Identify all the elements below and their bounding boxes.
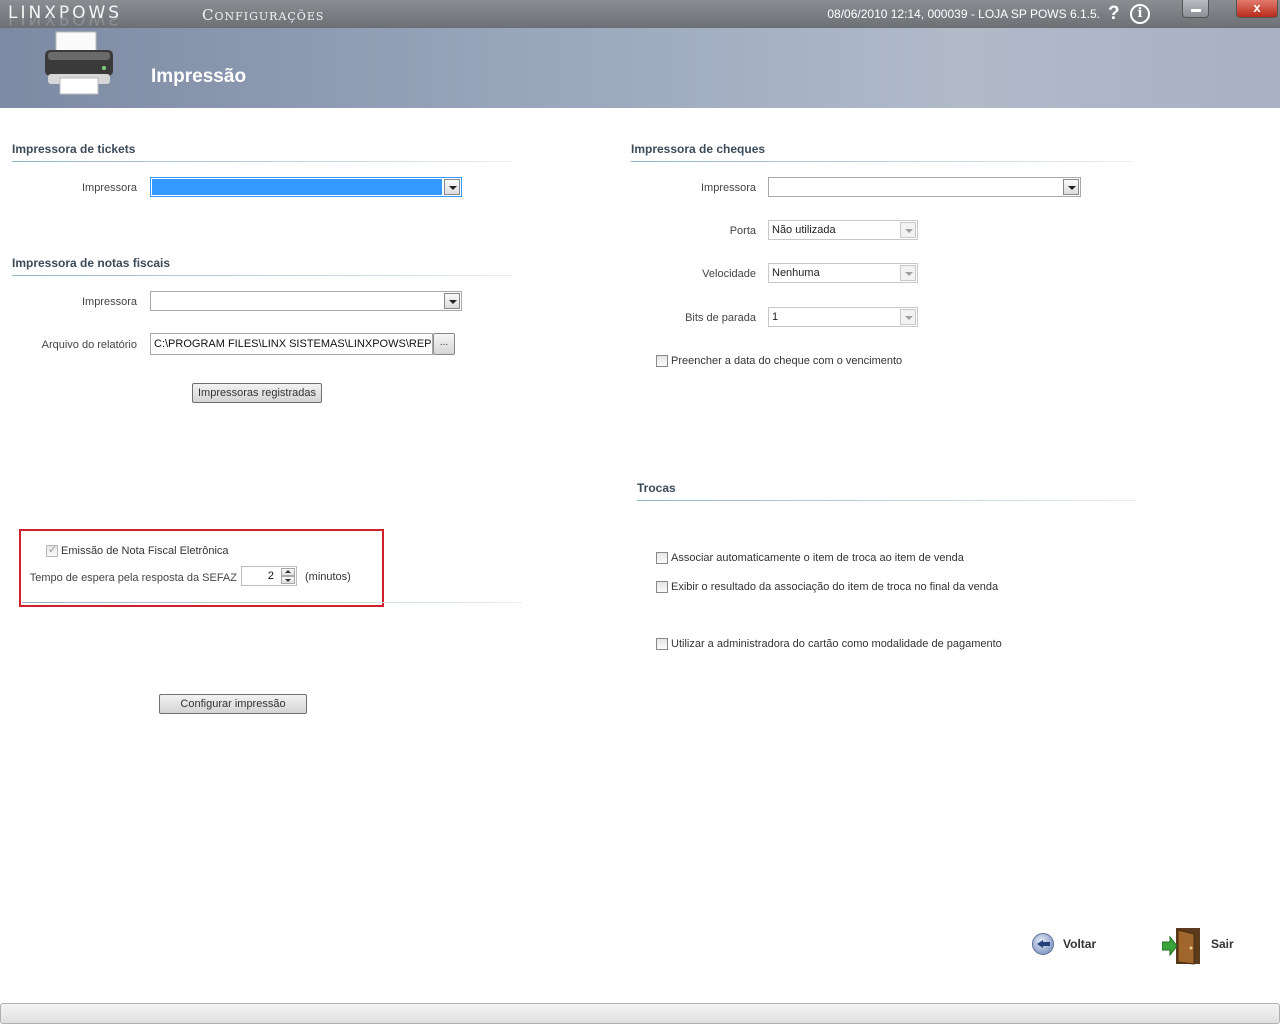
selection-highlight	[152, 179, 442, 195]
show-association-result-checkbox[interactable]	[656, 581, 668, 593]
show-association-result-label: Exibir o resultado da associação do item…	[671, 581, 999, 593]
card-admin-payment-checkbox[interactable]	[656, 638, 668, 650]
fill-cheque-date-label: Preencher a data do cheque com o vencime…	[671, 355, 903, 367]
back-arrow-icon[interactable]	[1032, 933, 1054, 955]
nfe-emission-label: Emissão de Nota Fiscal Eletrônica	[61, 545, 229, 557]
sefaz-wait-value: 2	[267, 570, 274, 582]
status-bar	[0, 1003, 1280, 1024]
stopbits-select[interactable]: 1	[768, 307, 918, 327]
exit-door-icon[interactable]	[1162, 926, 1202, 966]
stopbits-value: 1	[772, 311, 779, 323]
chevron-down-icon[interactable]	[900, 222, 916, 238]
browse-button[interactable]: ...	[433, 333, 455, 355]
tickets-printer-label: Impressora	[81, 182, 137, 194]
tickets-section-title: Impressora de tickets	[12, 142, 136, 156]
nfe-section-divider	[22, 602, 522, 603]
auto-associate-label: Associar automaticamente o item de troca…	[671, 552, 964, 564]
printer-icon	[45, 31, 113, 95]
sefaz-wait-label: Tempo de espera pela resposta da SEFAZ	[29, 572, 237, 584]
speed-label: Velocidade	[702, 268, 756, 280]
sefaz-wait-unit: (minutos)	[305, 571, 351, 583]
fiscal-section-title: Impressora de notas fiscais	[12, 256, 171, 270]
configure-print-button[interactable]: Configurar impressão	[159, 694, 307, 714]
report-file-label: Arquivo do relatório	[41, 339, 137, 351]
fiscal-section-divider	[12, 275, 512, 276]
tickets-printer-select[interactable]	[150, 177, 462, 197]
port-label: Porta	[729, 225, 756, 237]
trocas-section-divider	[637, 500, 1137, 501]
registered-printers-button[interactable]: Impressoras registradas	[192, 383, 322, 403]
card-admin-payment-label: Utilizar a administradora do cartão como…	[671, 638, 1002, 650]
report-file-value: C:\PROGRAM FILES\LINX SISTEMAS\LINXPOWS\…	[154, 338, 433, 350]
fiscal-printer-label: Impressora	[81, 296, 137, 308]
back-button[interactable]: Voltar	[1063, 937, 1096, 951]
chevron-down-icon[interactable]	[900, 309, 916, 325]
cheques-section-divider	[631, 161, 1131, 162]
sefaz-wait-stepper[interactable]: 2	[241, 566, 297, 586]
chevron-down-icon[interactable]	[900, 265, 916, 281]
trocas-section-title: Trocas	[637, 481, 676, 495]
cheques-printer-select[interactable]	[768, 177, 1081, 197]
port-value: Não utilizada	[772, 224, 836, 236]
minimize-button[interactable]	[1182, 0, 1209, 18]
stepper-down-icon[interactable]	[281, 576, 295, 584]
page-header: Impressão	[0, 28, 1280, 108]
close-button[interactable]: x	[1236, 0, 1278, 18]
chevron-down-icon[interactable]	[444, 293, 460, 309]
exit-button[interactable]: Sair	[1211, 937, 1234, 951]
fiscal-printer-select[interactable]	[150, 291, 462, 311]
port-select[interactable]: Não utilizada	[768, 220, 918, 240]
session-status: 08/06/2010 12:14, 000039 - LOJA SP POWS …	[827, 7, 1100, 21]
title-bar: LINXPOWS LINXPOWS Configurações 08/06/20…	[0, 0, 1280, 28]
auto-associate-checkbox[interactable]	[656, 552, 668, 564]
speed-value: Nenhuma	[772, 267, 820, 279]
cheques-printer-label: Impressora	[700, 182, 756, 194]
chevron-down-icon[interactable]	[444, 179, 460, 195]
tickets-section-divider	[12, 161, 512, 162]
app-title: Configurações	[202, 6, 325, 24]
nfe-emission-checkbox[interactable]	[46, 543, 58, 557]
page-title: Impressão	[151, 66, 247, 87]
help-icon[interactable]: ?	[1108, 3, 1120, 25]
report-file-input[interactable]: C:\PROGRAM FILES\LINX SISTEMAS\LINXPOWS\…	[150, 333, 433, 355]
brand-logo-reflection: LINXPOWS	[8, 14, 123, 28]
cheques-section-title: Impressora de cheques	[631, 142, 766, 156]
info-icon[interactable]: i	[1130, 4, 1150, 24]
nfe-highlight-box	[19, 529, 384, 607]
speed-select[interactable]: Nenhuma	[768, 263, 918, 283]
chevron-down-icon[interactable]	[1063, 179, 1079, 195]
stopbits-label: Bits de parada	[685, 312, 756, 324]
fill-cheque-date-checkbox[interactable]	[656, 355, 668, 367]
stepper-up-icon[interactable]	[281, 568, 295, 576]
